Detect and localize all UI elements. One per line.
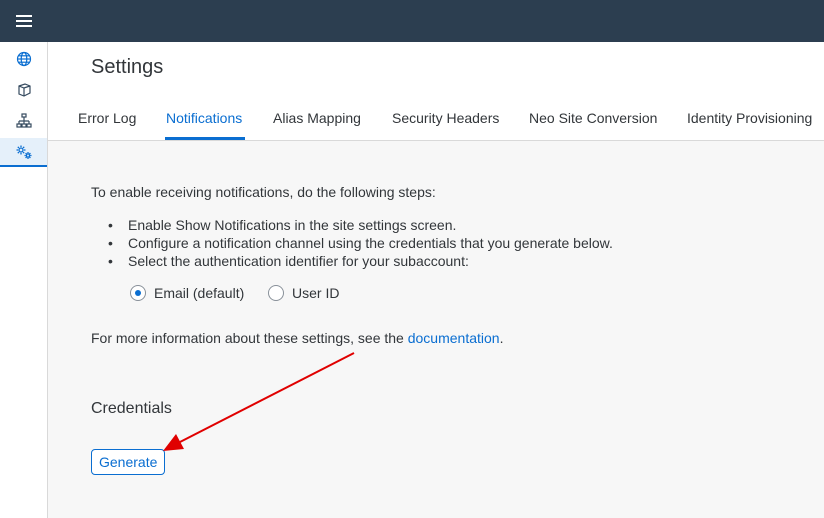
more-info-suffix: .	[499, 330, 504, 346]
radio-label: User ID	[292, 285, 340, 301]
side-navigation	[0, 42, 48, 518]
more-info-prefix: For more information about these setting…	[91, 330, 408, 346]
tab-neo-site-conversion[interactable]: Neo Site Conversion	[529, 110, 657, 126]
steps-list: Enable Show Notifications in the site se…	[108, 217, 613, 271]
shell-bar	[0, 0, 824, 42]
globe-icon	[16, 51, 31, 66]
page-title: Settings	[91, 56, 164, 78]
nav-item-settings[interactable]	[0, 138, 47, 167]
nav-item-hierarchy[interactable]	[0, 106, 47, 135]
tab-identity-provisioning[interactable]: Identity Provisioning	[687, 110, 812, 126]
tab-security-headers[interactable]: Security Headers	[392, 110, 499, 126]
hierarchy-icon	[15, 112, 32, 128]
nav-item-cube[interactable]	[0, 75, 47, 104]
tab-error-log[interactable]: Error Log	[78, 110, 136, 126]
active-tab-indicator	[165, 137, 245, 140]
hamburger-menu-icon	[16, 15, 32, 27]
list-item: Select the authentication identifier for…	[108, 253, 613, 271]
radio-user-id[interactable]: User ID	[268, 285, 339, 301]
generate-button[interactable]: Generate	[91, 449, 166, 475]
menu-button[interactable]	[0, 0, 48, 42]
radio-email-default[interactable]: Email (default)	[130, 285, 244, 301]
settings-gears-icon	[16, 145, 31, 159]
documentation-link[interactable]: documentation	[408, 330, 500, 346]
radio-label: Email (default)	[154, 285, 245, 301]
tab-notifications[interactable]: Notifications	[166, 110, 242, 126]
page-header: Settings Error Log Notifications Alias M…	[48, 42, 824, 141]
radio-button-unchecked[interactable]	[268, 285, 284, 301]
notifications-panel: To enable receiving notifications, do th…	[48, 141, 824, 518]
radio-button-checked[interactable]	[130, 285, 146, 301]
tab-alias-mapping[interactable]: Alias Mapping	[273, 110, 361, 126]
more-info-text: For more information about these setting…	[91, 330, 503, 346]
cube-icon	[17, 82, 31, 97]
list-item: Configure a notification channel using t…	[108, 235, 613, 253]
credentials-title: Credentials	[91, 400, 172, 417]
list-item: Enable Show Notifications in the site se…	[108, 217, 613, 235]
nav-item-globe[interactable]	[0, 44, 47, 73]
instructions-intro: To enable receiving notifications, do th…	[91, 184, 436, 200]
